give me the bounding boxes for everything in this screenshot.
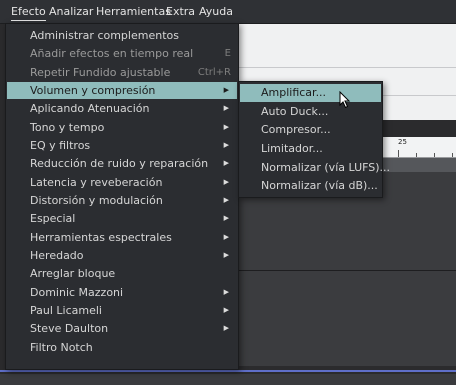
effect-menu: Administrar complementos Añadir efectos … <box>5 23 239 370</box>
submenu-item-amplificar[interactable]: Amplificar... <box>240 84 381 102</box>
chevron-right-icon: ▶ <box>223 306 229 314</box>
menu-item-label: Heredado <box>30 249 84 262</box>
menu-item-repetir-fundido[interactable]: Repetir Fundido ajustable Ctrl+R <box>7 64 237 81</box>
menu-item-latencia-reverberacion[interactable]: Latencia y reveberación ▶ <box>7 174 237 191</box>
submenu-item-normalizar-db[interactable]: Normalizar (vía dB)... <box>240 177 381 195</box>
chevron-right-icon: ▶ <box>223 159 229 167</box>
menu-item-arreglar-bloque[interactable]: Arreglar bloque <box>7 265 237 282</box>
menu-item-label: Distorsión y modulación <box>30 194 163 207</box>
submenu-item-limitador[interactable]: Limitador... <box>240 140 381 158</box>
submenu-item-label: Normalizar (vía LUFS)... <box>261 161 391 174</box>
chevron-right-icon: ▶ <box>223 178 229 186</box>
mouse-pointer-icon <box>339 91 351 109</box>
menu-item-label: Dominic Mazzoni <box>30 286 124 299</box>
menu-analizar[interactable]: Analizar <box>49 4 93 20</box>
submenu-item-normalizar-lufs[interactable]: Normalizar (vía LUFS)... <box>240 159 390 177</box>
menu-herramientas[interactable]: Herramientas <box>96 4 171 20</box>
submenu-item-label: Compresor... <box>261 123 331 136</box>
menu-item-tono-tempo[interactable]: Tono y tempo ▶ <box>7 119 237 136</box>
menu-item-anadir-efectos-tiempo-real[interactable]: Añadir efectos en tiempo real E <box>7 45 237 62</box>
submenu-item-label: Amplificar... <box>261 86 327 99</box>
chevron-right-icon: ▶ <box>223 123 229 131</box>
submenu-item-auto-duck[interactable]: Auto Duck... <box>240 103 381 121</box>
ruler-tick <box>416 153 417 157</box>
submenu-item-compresor[interactable]: Compresor... <box>240 121 381 139</box>
menu-item-paul-licameli[interactable]: Paul Licameli ▶ <box>7 302 237 319</box>
track-strip <box>0 374 456 385</box>
menu-item-label: Arreglar bloque <box>30 267 116 280</box>
menu-item-volumen-compresion[interactable]: Volumen y compresión ▶ <box>7 82 237 99</box>
menu-item-label: Steve Daulton <box>30 322 109 335</box>
chevron-right-icon: ▶ <box>223 86 229 94</box>
menu-item-label: Latencia y reveberación <box>30 176 163 189</box>
menu-item-label: Tono y tempo <box>30 121 105 134</box>
menu-item-label: Repetir Fundido ajustable <box>30 66 171 79</box>
menu-item-dominic-mazzoni[interactable]: Dominic Mazzoni ▶ <box>7 284 237 301</box>
menu-item-herramientas-espectrales[interactable]: Herramientas espectrales ▶ <box>7 229 237 246</box>
chevron-right-icon: ▶ <box>223 141 229 149</box>
submenu-item-label: Auto Duck... <box>261 105 329 118</box>
menu-ayuda[interactable]: Ayuda <box>199 4 233 20</box>
menu-item-label: Especial <box>30 212 76 225</box>
track-selection-line <box>0 370 456 372</box>
ruler-tick <box>398 150 399 157</box>
ruler-label: 25 <box>398 138 407 146</box>
menu-item-label: Administrar complementos <box>30 29 179 42</box>
chevron-right-icon: ▶ <box>223 288 229 296</box>
menu-item-label: Reducción de ruido y reparación <box>30 157 209 170</box>
chevron-right-icon: ▶ <box>223 324 229 332</box>
toolbar-divider <box>230 67 456 68</box>
chevron-right-icon: ▶ <box>223 214 229 222</box>
chevron-right-icon: ▶ <box>223 233 229 241</box>
menu-item-distorsion-modulacion[interactable]: Distorsión y modulación ▶ <box>7 192 237 209</box>
menu-extra[interactable]: Extra <box>166 4 195 20</box>
track-separator <box>230 270 456 271</box>
menu-item-filtro-notch[interactable]: Filtro Notch <box>7 339 237 356</box>
ruler-tick <box>434 153 435 157</box>
menu-item-shortcut: Ctrl+R <box>197 67 231 78</box>
menu-item-label: EQ y filtros <box>30 139 91 152</box>
menu-item-heredado[interactable]: Heredado ▶ <box>7 247 237 264</box>
volume-compression-submenu: Amplificar... Auto Duck... Compresor... … <box>238 81 390 198</box>
chevron-right-icon: ▶ <box>223 251 229 259</box>
menu-item-label: Paul Licameli <box>30 304 102 317</box>
menu-item-reduccion-ruido[interactable]: Reducción de ruido y reparación ▶ <box>7 155 237 172</box>
chevron-right-icon: ▶ <box>223 104 229 112</box>
chevron-right-icon: ▶ <box>223 196 229 204</box>
menu-item-eq-filtros[interactable]: EQ y filtros ▶ <box>7 137 237 154</box>
menu-item-especial[interactable]: Especial ▶ <box>7 210 237 227</box>
menu-item-label: Volumen y compresión <box>30 84 156 97</box>
menu-item-label: Filtro Notch <box>30 341 93 354</box>
menubar: Efecto Analizar Herramientas Extra Ayuda <box>0 0 456 24</box>
menu-item-label: Herramientas espectrales <box>30 231 172 244</box>
submenu-item-label: Limitador... <box>261 142 323 155</box>
menu-item-shortcut: E <box>224 48 231 59</box>
menu-efecto[interactable]: Efecto <box>11 4 46 21</box>
menu-item-aplicando-atenuacion[interactable]: Aplicando Atenuación ▶ <box>7 100 237 117</box>
menu-item-label: Añadir efectos en tiempo real <box>30 47 194 60</box>
submenu-item-label: Normalizar (vía dB)... <box>261 179 378 192</box>
menu-item-label: Aplicando Atenuación <box>30 102 150 115</box>
menu-item-administrar-complementos[interactable]: Administrar complementos <box>7 27 237 44</box>
ruler-tick <box>452 153 453 157</box>
menu-item-steve-daulton[interactable]: Steve Daulton ▶ <box>7 320 237 337</box>
